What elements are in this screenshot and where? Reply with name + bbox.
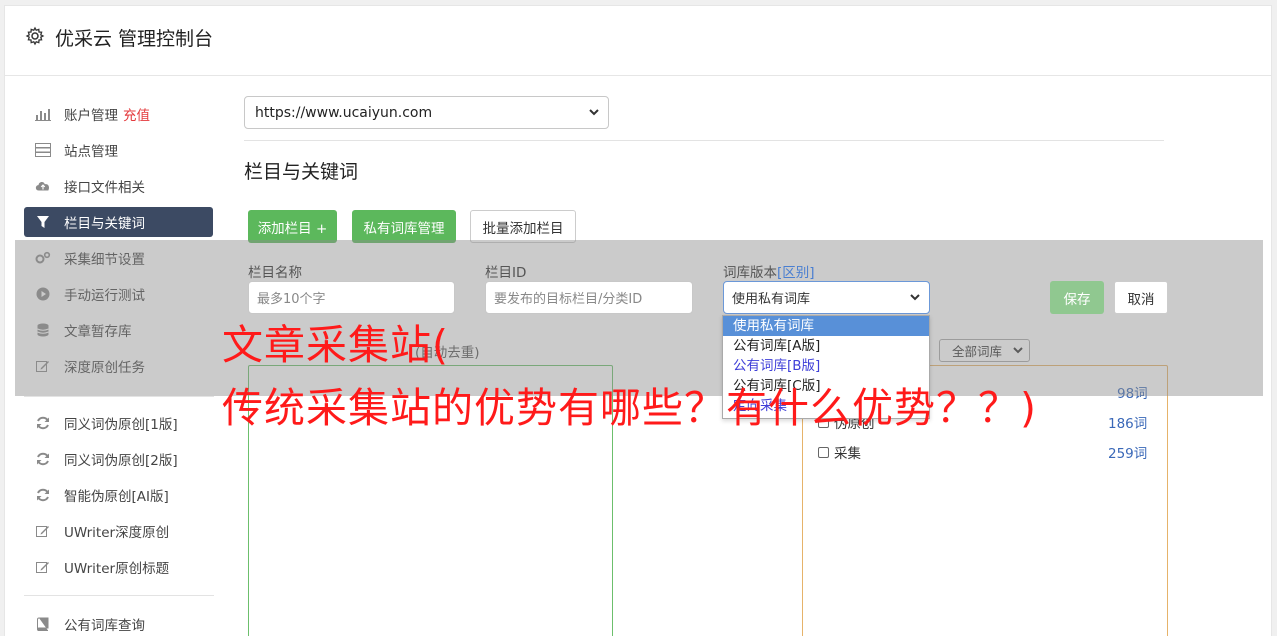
sidebar-item-label: 同义词伪原创[1版] bbox=[64, 417, 178, 433]
overlay-caption-line1: 文章采集站( bbox=[222, 321, 449, 369]
recharge-link[interactable]: 充值 bbox=[123, 104, 150, 124]
save-button[interactable]: 保存 bbox=[1050, 281, 1104, 314]
edit-icon bbox=[35, 523, 51, 539]
refresh-icon bbox=[35, 451, 51, 467]
column-name-label: 栏目名称 bbox=[248, 265, 302, 281]
sidebar-item-label: 栏目与关键词 bbox=[64, 216, 145, 232]
filter-icon bbox=[35, 214, 51, 230]
keyword-label: 采集 bbox=[834, 446, 861, 462]
column-id-label: 栏目ID bbox=[485, 265, 527, 281]
sidebar-item-synonym-v1[interactable]: 同义词伪原创[1版] bbox=[24, 408, 213, 438]
section-title: 栏目与关键词 bbox=[244, 161, 359, 183]
lib-version-value: 使用私有词库 bbox=[732, 292, 811, 307]
column-name-placeholder: 最多10个字 bbox=[257, 292, 326, 307]
sidebar-divider bbox=[24, 396, 214, 397]
sidebar-item-label: 站点管理 bbox=[64, 144, 118, 160]
divider bbox=[244, 140, 1164, 141]
gray-overlay bbox=[15, 240, 1263, 396]
sidebar-item-label: UWriter深度原创 bbox=[64, 525, 170, 541]
column-name-input[interactable]: 最多10个字 bbox=[248, 281, 455, 314]
edit-icon bbox=[35, 559, 51, 575]
sidebar-item-uwriter-title[interactable]: UWriter原创标题 bbox=[24, 552, 213, 582]
sidebar-item-label: UWriter原创标题 bbox=[64, 561, 170, 577]
overlay-caption-line2: 传统采集站的优势有哪些？有什么优势？？) bbox=[222, 384, 1037, 432]
dropdown-option[interactable]: 公有词库[B版] bbox=[723, 356, 929, 376]
sidebar-item-label: 接口文件相关 bbox=[64, 180, 145, 196]
book-icon bbox=[35, 616, 51, 632]
private-lib-button[interactable]: 私有词库管理 bbox=[352, 210, 456, 243]
sidebar-item-synonym-v2[interactable]: 同义词伪原创[2版] bbox=[24, 444, 213, 474]
bar-chart-icon bbox=[35, 106, 51, 122]
sidebar-item-ai-original[interactable]: 智能伪原创[AI版] bbox=[24, 480, 213, 510]
site-select[interactable]: https://www.ucaiyun.com bbox=[244, 96, 609, 129]
checkbox[interactable] bbox=[818, 446, 829, 458]
column-id-placeholder: 要发布的目标栏目/分类ID bbox=[494, 292, 643, 307]
lib-version-select[interactable]: 使用私有词库 bbox=[723, 281, 930, 314]
lib-version-label-text: 词库版本 bbox=[723, 265, 777, 281]
keyword-count: 259词 bbox=[1108, 446, 1148, 462]
cloud-upload-icon bbox=[35, 178, 51, 194]
keyword-row[interactable]: 采集 bbox=[818, 442, 861, 462]
sidebar-item-uwriter-deep[interactable]: UWriter深度原创 bbox=[24, 516, 213, 546]
sidebar-item-columns[interactable]: 栏目与关键词 bbox=[24, 207, 213, 237]
server-icon bbox=[35, 142, 51, 158]
sidebar-divider bbox=[24, 595, 214, 596]
sidebar-item-label: 同义词伪原创[2版] bbox=[64, 453, 178, 469]
sidebar-item-interface[interactable]: 接口文件相关 bbox=[24, 171, 213, 201]
cancel-button[interactable]: 取消 bbox=[1114, 281, 1168, 314]
sidebar-item-label: 智能伪原创[AI版] bbox=[64, 489, 169, 505]
sidebar-item-account[interactable]: 账户管理 充值 bbox=[24, 99, 213, 129]
refresh-icon bbox=[35, 415, 51, 431]
batch-add-button[interactable]: 批量添加栏目 bbox=[470, 210, 576, 243]
chevron-down-icon bbox=[910, 294, 920, 301]
sidebar-item-label: 账户管理 bbox=[64, 108, 118, 124]
add-column-button[interactable]: 添加栏目 + bbox=[248, 210, 337, 243]
keyword-count: 186词 bbox=[1108, 416, 1148, 432]
sidebar-item-label: 公有词库查询 bbox=[64, 618, 145, 634]
chevron-down-icon bbox=[589, 109, 599, 116]
refresh-icon bbox=[35, 487, 51, 503]
dropdown-option[interactable]: 使用私有词库 bbox=[723, 316, 929, 336]
lib-version-label: 词库版本[区别] bbox=[723, 261, 815, 281]
column-id-input[interactable]: 要发布的目标栏目/分类ID bbox=[485, 281, 693, 314]
site-select-value: https://www.ucaiyun.com bbox=[255, 104, 433, 121]
sidebar-item-sites[interactable]: 站点管理 bbox=[24, 135, 213, 165]
dropdown-option[interactable]: 公有词库[A版] bbox=[723, 336, 929, 356]
sidebar-item-public-lib[interactable]: 公有词库查询 bbox=[24, 609, 213, 636]
difference-link[interactable]: [区别] bbox=[777, 265, 815, 281]
